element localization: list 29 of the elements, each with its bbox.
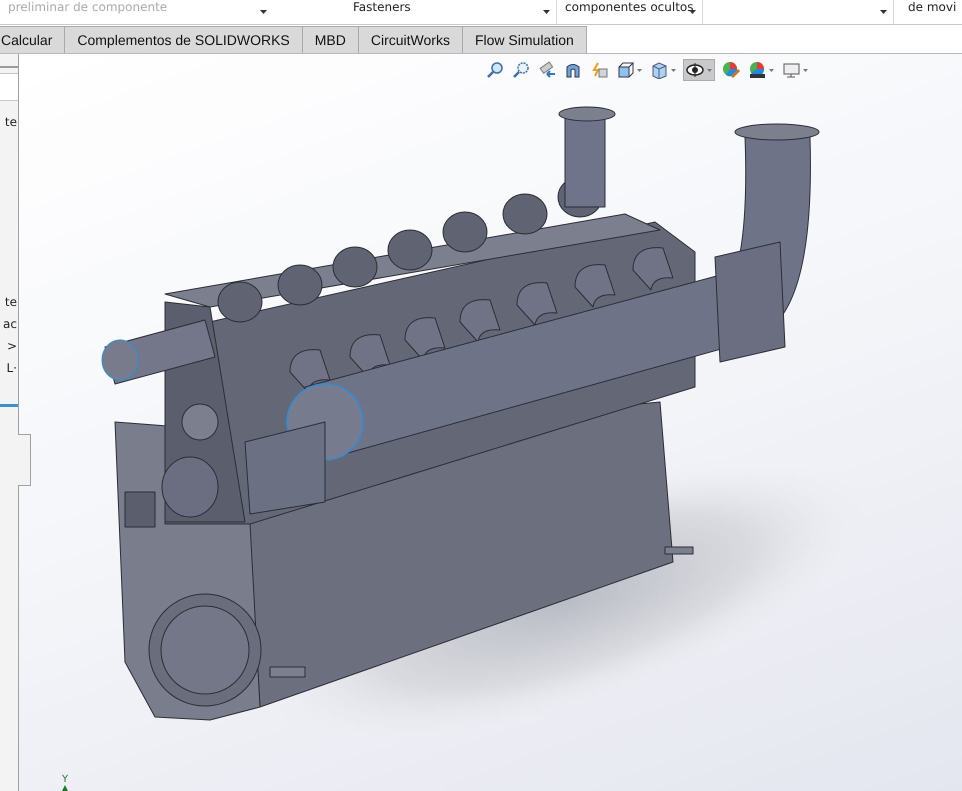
shaded-cube-icon[interactable] <box>650 61 668 79</box>
ribbon-tab[interactable]: Complementos de SOLIDWORKS <box>64 26 303 53</box>
ribbon-command[interactable]: de movi <box>894 0 962 24</box>
caret-icon[interactable] <box>260 10 267 14</box>
panel-collapse-handle[interactable] <box>18 434 31 486</box>
panel-scroll-indicator <box>0 404 18 407</box>
ribbon-tab[interactable]: CircuitWorks <box>358 26 463 53</box>
tree-item[interactable]: > <box>6 335 18 357</box>
scene-icon[interactable] <box>748 61 766 79</box>
axis-label: Y <box>62 774 68 785</box>
ribbon-tab[interactable]: MBD <box>302 26 359 53</box>
toolbar-button[interactable] <box>683 59 715 81</box>
tree-item[interactable]: L· <box>6 357 18 379</box>
monitor-icon[interactable] <box>782 61 800 79</box>
graphics-viewport[interactable]: Y <box>19 54 962 791</box>
caret-icon[interactable] <box>689 10 696 14</box>
ribbon-tab[interactable]: Flow Simulation <box>462 26 587 53</box>
panel-field[interactable] <box>0 73 18 101</box>
caret-icon[interactable] <box>543 10 550 14</box>
tree-item[interactable]: ac <box>3 313 18 335</box>
caret-icon[interactable] <box>880 10 887 14</box>
tree-item[interactable]: te <box>4 111 18 133</box>
ribbon-tab[interactable]: Calcular <box>0 26 66 53</box>
cube-icon[interactable] <box>616 61 634 79</box>
ribbon-command[interactable]: componentes ocultos <box>557 0 703 24</box>
toolbar-button[interactable] <box>747 59 775 81</box>
ribbon-command[interactable]: Fasteners <box>273 0 557 24</box>
eye-icon[interactable] <box>686 61 704 79</box>
tree-item[interactable]: te <box>4 291 18 313</box>
